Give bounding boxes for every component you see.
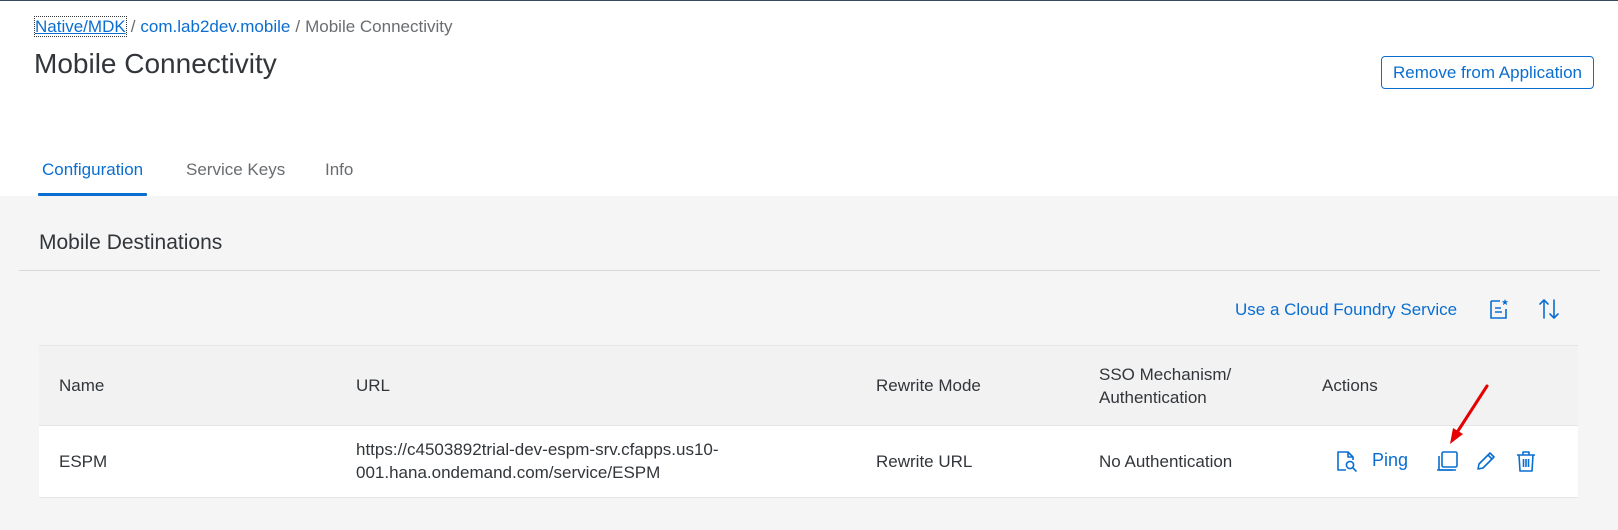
delete-icon[interactable] [1513,448,1539,474]
shell-top-border [0,0,1618,1]
tab-info[interactable]: Info [325,152,353,196]
destinations-table: Name URL Rewrite Mode SSO Mechanism/ Aut… [39,345,1578,498]
copy-icon[interactable] [1434,448,1460,474]
sort-icon[interactable] [1536,296,1562,322]
breadcrumb-separator: / [130,17,136,36]
cell-url: https://c4503892trial-dev-espm-srv.cfapp… [356,438,719,484]
breadcrumb-link-native-mdk[interactable]: Native/MDK [34,16,127,37]
cell-sso: No Authentication [1099,452,1233,471]
cell-rewrite-mode: Rewrite URL [876,452,973,471]
column-header-sso: SSO Mechanism/ Authentication [1099,363,1231,409]
page-title: Mobile Connectivity [34,48,277,79]
tab-content: Mobile Destinations Use a Cloud Foundry … [0,196,1618,530]
new-destination-icon[interactable] [1485,296,1511,322]
edit-icon[interactable] [1473,448,1499,474]
tab-configuration[interactable]: Configuration [37,152,148,196]
remove-from-application-button[interactable]: Remove from Application [1381,56,1594,89]
table-header: Name URL Rewrite Mode SSO Mechanism/ Aut… [39,345,1578,426]
column-header-sso-line2: Authentication [1099,388,1207,407]
breadcrumb: Native/MDK / com.lab2dev.mobile / Mobile Con… [34,16,453,37]
breadcrumb-separator: / [295,17,301,36]
ping-button[interactable]: Ping [1372,450,1408,471]
breadcrumb-link-app[interactable]: com.lab2dev.mobile [140,17,290,36]
section-divider [19,270,1600,271]
column-header-name: Name [59,376,105,395]
column-header-sso-line1: SSO Mechanism/ [1099,365,1232,384]
column-header-url: URL [356,376,391,395]
use-cloud-foundry-service-link[interactable]: Use a Cloud Foundry Service [1235,300,1457,320]
column-header-rewrite-mode: Rewrite Mode [876,376,981,395]
tab-service-keys[interactable]: Service Keys [186,152,285,196]
cell-name: ESPM [59,452,108,471]
column-header-actions: Actions [1322,376,1378,395]
breadcrumb-current: Mobile Connectivity [305,17,453,36]
inspect-icon[interactable] [1333,448,1359,474]
cell-url-line1: https://c4503892trial-dev-espm-srv.cfapp… [356,440,719,459]
section-title: Mobile Destinations [39,231,223,254]
table-row[interactable]: ESPM https://c4503892trial-dev-espm-srv.… [39,426,1578,498]
cell-url-line2: 001.hana.ondemand.com/service/ESPM [356,463,661,482]
